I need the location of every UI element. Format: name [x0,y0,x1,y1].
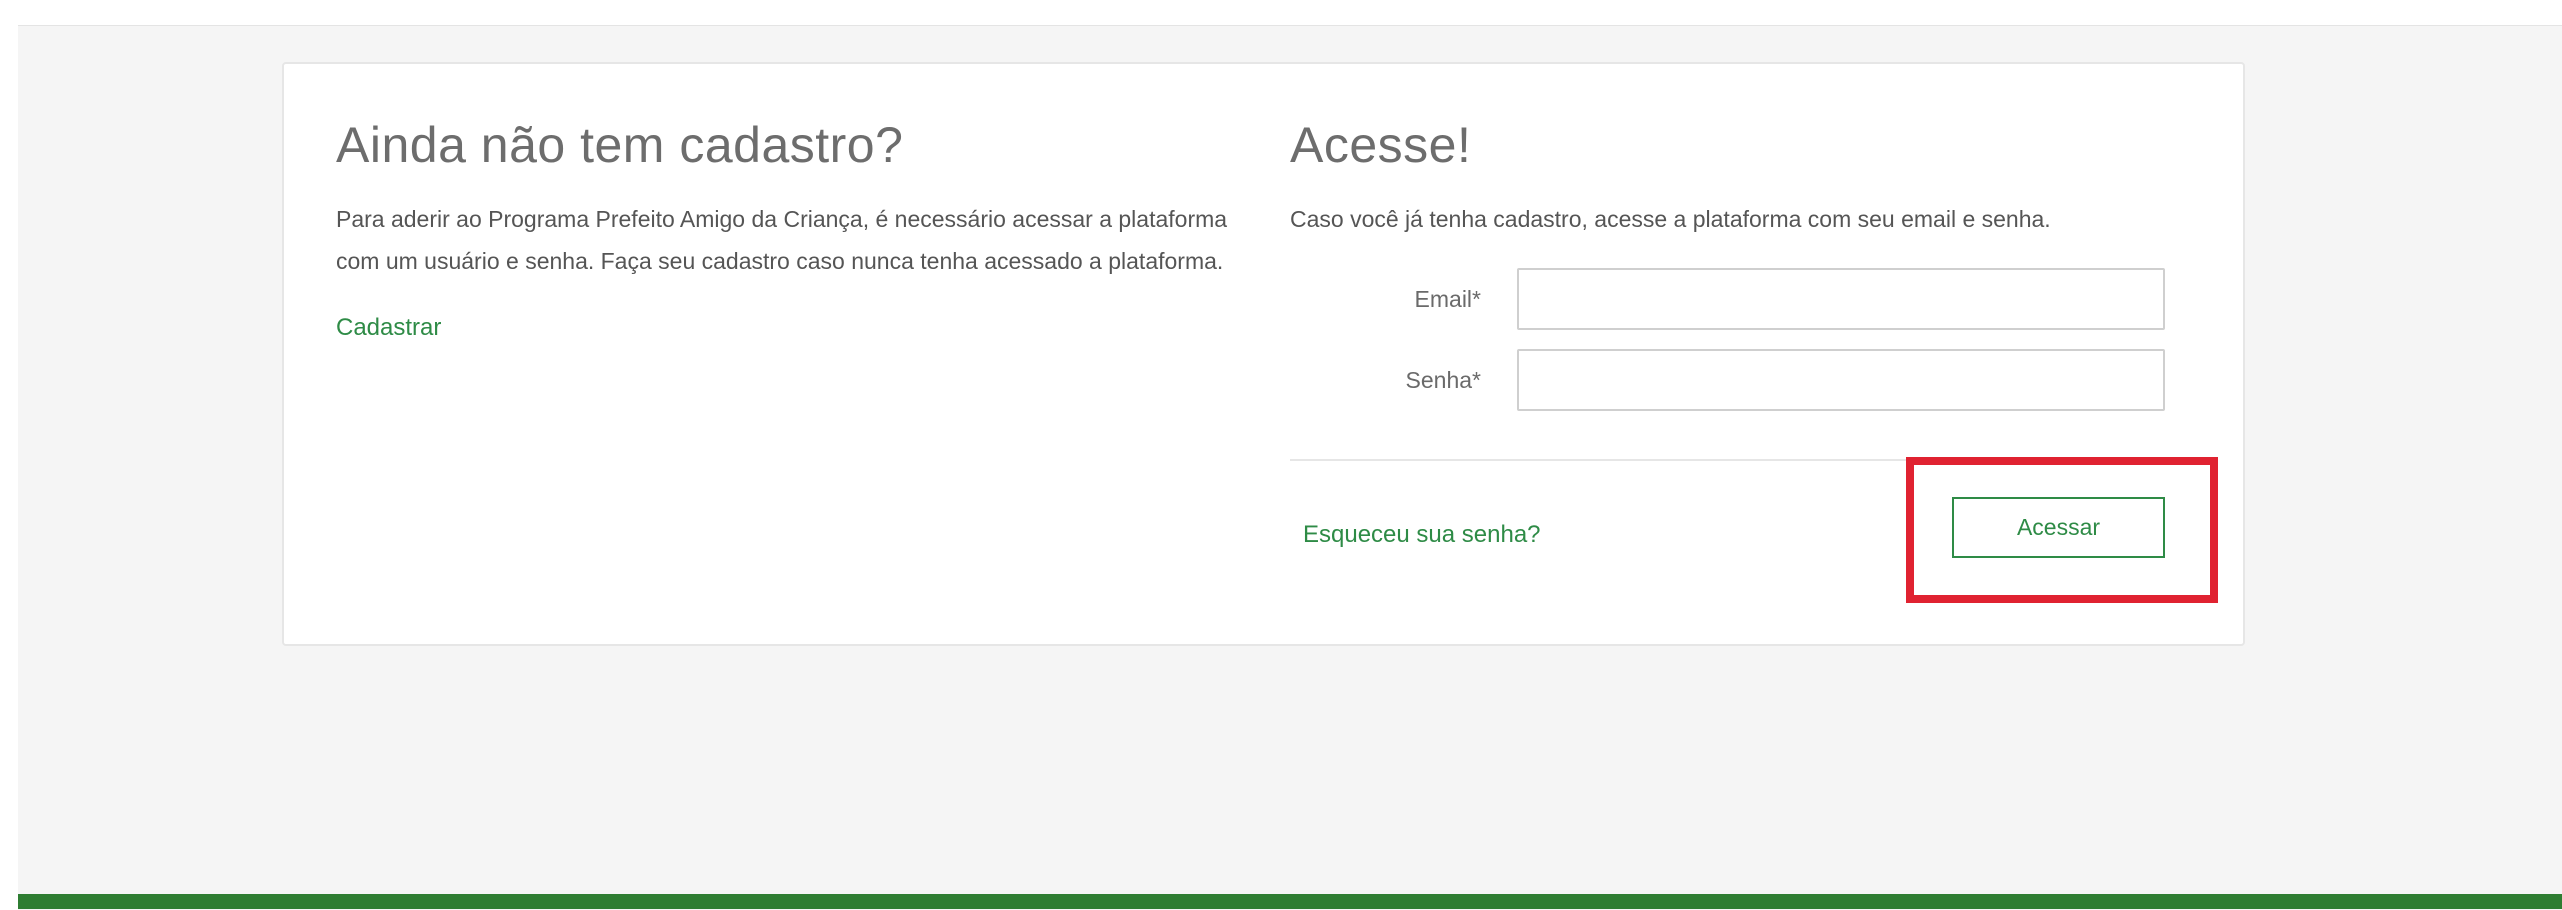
register-description: Para aderir ao Programa Prefeito Amigo d… [336,206,1228,274]
login-description: Caso você já tenha cadastro, acesse a pl… [1290,206,2051,232]
login-heading: Acesse! [1290,117,1472,173]
register-heading: Ainda não tem cadastro? [336,117,904,173]
login-section: Acesse! Caso você já tenha cadastro, ace… [1290,110,2165,558]
login-submit-button[interactable]: Acessar [1952,497,2165,558]
form-divider [1290,459,2165,461]
email-label: Email* [1414,286,1481,312]
password-label: Senha* [1405,367,1481,393]
email-row: Email* [1290,268,2165,330]
register-section: Ainda não tem cadastro? Para aderir ao P… [336,110,1236,342]
forgot-password-link[interactable]: Esqueceu sua senha? [1303,510,1541,560]
password-row: Senha* [1290,349,2165,411]
footer-bar [18,894,2562,909]
password-field[interactable] [1517,349,2165,411]
register-link[interactable]: Cadastrar [336,314,441,342]
email-field[interactable] [1517,268,2165,330]
